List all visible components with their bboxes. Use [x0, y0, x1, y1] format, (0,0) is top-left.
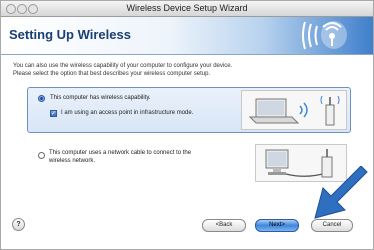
wireless-logo-icon [302, 21, 347, 50]
instructions-line: You can also use the wireless capability… [13, 63, 233, 69]
wireless-capability-label[interactable]: This computer has wireless capability. [50, 95, 151, 101]
instructions-text: You can also use the wireless capability… [13, 62, 363, 78]
network-cable-label[interactable]: This computer uses a network cable to co… [49, 150, 191, 156]
wireless-illustration [241, 90, 347, 130]
network-cable-radio[interactable] [38, 152, 45, 159]
network-cable-label-continued[interactable]: wireless network. [49, 158, 95, 164]
next-button[interactable]: Next> [255, 219, 299, 232]
laptop-access-point-icon [248, 95, 340, 126]
back-button[interactable]: <Back [202, 219, 246, 232]
instructions-line: Please select the option that best descr… [13, 71, 211, 77]
wireless-capability-radio[interactable] [38, 95, 45, 102]
setup-wizard-window: Wireless Device Setup Wizard Setting Up … [0, 0, 374, 250]
access-point-label[interactable]: I am using an access point in infrastruc… [61, 110, 193, 116]
header-banner: Setting Up Wireless [1, 17, 373, 55]
title-bar: Wireless Device Setup Wizard [1, 1, 373, 17]
page-title: Setting Up Wireless [9, 27, 131, 42]
window-title: Wireless Device Setup Wizard [126, 3, 248, 13]
pointer-arrow-icon [314, 166, 368, 219]
access-point-checkbox[interactable]: ✓ [50, 110, 57, 117]
help-button[interactable]: ? [12, 218, 25, 231]
